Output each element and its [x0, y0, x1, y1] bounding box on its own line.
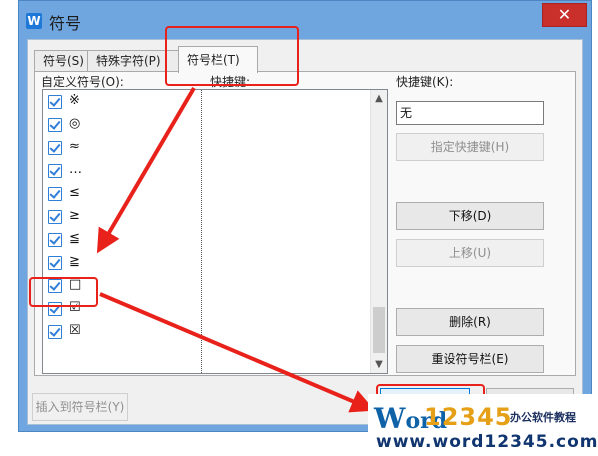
title-bar[interactable]: W 符号 ✕ — [19, 1, 591, 39]
dialog-client-area: 符号(S) 特殊字符(P) 符号栏(T) 自定义符号(O): 快捷键: 快捷键(… — [27, 39, 583, 425]
watermark-logo: Word 12345 办公软件教程 www.word12345.com — [368, 394, 598, 456]
symbol-checkbox[interactable] — [48, 164, 62, 178]
symbol-char: ≈ — [69, 139, 80, 154]
list-item[interactable]: ≧ — [43, 252, 373, 275]
symbol-checkbox[interactable] — [48, 233, 62, 247]
symbol-dialog: W 符号 ✕ 符号(S) 特殊字符(P) 符号栏(T) 自定义符号(O): 快捷… — [18, 0, 592, 432]
list-item[interactable]: ◎ — [43, 114, 373, 137]
watermark-number: 12345 — [424, 403, 513, 431]
close-icon[interactable]: ✕ — [542, 3, 587, 27]
symbol-checkbox[interactable] — [48, 118, 62, 132]
assign-shortcut-button[interactable]: 指定快捷键(H) — [396, 133, 544, 161]
symbol-char: ☒ — [69, 323, 81, 338]
symbol-char: ≥ — [69, 208, 80, 223]
list-item[interactable]: ≤ — [43, 183, 373, 206]
square-symbol-highlight — [29, 277, 98, 307]
symbol-char: ※ — [69, 93, 80, 108]
list-scrollbar[interactable]: ▲ ▼ — [370, 90, 387, 373]
watermark-w-letter: W — [374, 402, 406, 435]
insert-to-symbol-bar-button[interactable]: 插入到符号栏(Y) — [32, 393, 128, 421]
screenshot-canvas: W 符号 ✕ 符号(S) 特殊字符(P) 符号栏(T) 自定义符号(O): 快捷… — [0, 0, 598, 456]
delete-button[interactable]: 删除(R) — [396, 308, 544, 336]
tab-symbols[interactable]: 符号(S) — [34, 50, 88, 72]
symbol-checkbox[interactable] — [48, 141, 62, 155]
custom-symbols-label: 自定义符号(O): — [41, 75, 124, 89]
watermark-url: www.word12345.com — [376, 432, 598, 452]
symbol-char: ≤ — [69, 185, 80, 200]
shortcut-input[interactable]: 无 — [396, 101, 544, 125]
symbol-bar-panel: 自定义符号(O): 快捷键: 快捷键(K): ※ ◎ ≈ … ≤ ≥ ≦ ≧ □… — [34, 71, 576, 376]
symbol-checkbox[interactable] — [48, 95, 62, 109]
symbol-checkbox[interactable] — [48, 187, 62, 201]
list-item[interactable]: ≥ — [43, 206, 373, 229]
symbol-checkbox[interactable] — [48, 325, 62, 339]
list-item[interactable]: ≦ — [43, 229, 373, 252]
tab-symbol-bar[interactable]: 符号栏(T) — [178, 46, 258, 73]
symbol-char: ≧ — [69, 254, 80, 269]
shortcut-field-label: 快捷键(K): — [396, 75, 454, 89]
symbol-checkbox[interactable] — [48, 210, 62, 224]
symbol-char: … — [69, 162, 82, 177]
watermark-tagline: 办公软件教程 — [510, 411, 576, 424]
list-item[interactable]: ※ — [43, 91, 373, 114]
wps-writer-icon: W — [26, 13, 42, 29]
scroll-up-arrow-icon[interactable]: ▲ — [371, 90, 387, 107]
list-item[interactable]: ≈ — [43, 137, 373, 160]
list-item[interactable]: … — [43, 160, 373, 183]
symbol-char: ≦ — [69, 231, 80, 246]
scroll-thumb[interactable] — [373, 307, 385, 353]
custom-symbol-list[interactable]: ※ ◎ ≈ … ≤ ≥ ≦ ≧ □ ☑ ☒ ▲ ▼ — [42, 89, 388, 374]
dialog-title: 符号 — [49, 14, 82, 33]
scroll-down-arrow-icon[interactable]: ▼ — [371, 356, 387, 373]
symbol-char: ◎ — [69, 116, 81, 131]
move-down-button[interactable]: 下移(D) — [396, 202, 544, 230]
symbol-checkbox[interactable] — [48, 256, 62, 270]
reset-symbol-bar-button[interactable]: 重设符号栏(E) — [396, 345, 544, 373]
move-up-button[interactable]: 上移(U) — [396, 239, 544, 267]
list-item[interactable]: ☒ — [43, 321, 373, 344]
